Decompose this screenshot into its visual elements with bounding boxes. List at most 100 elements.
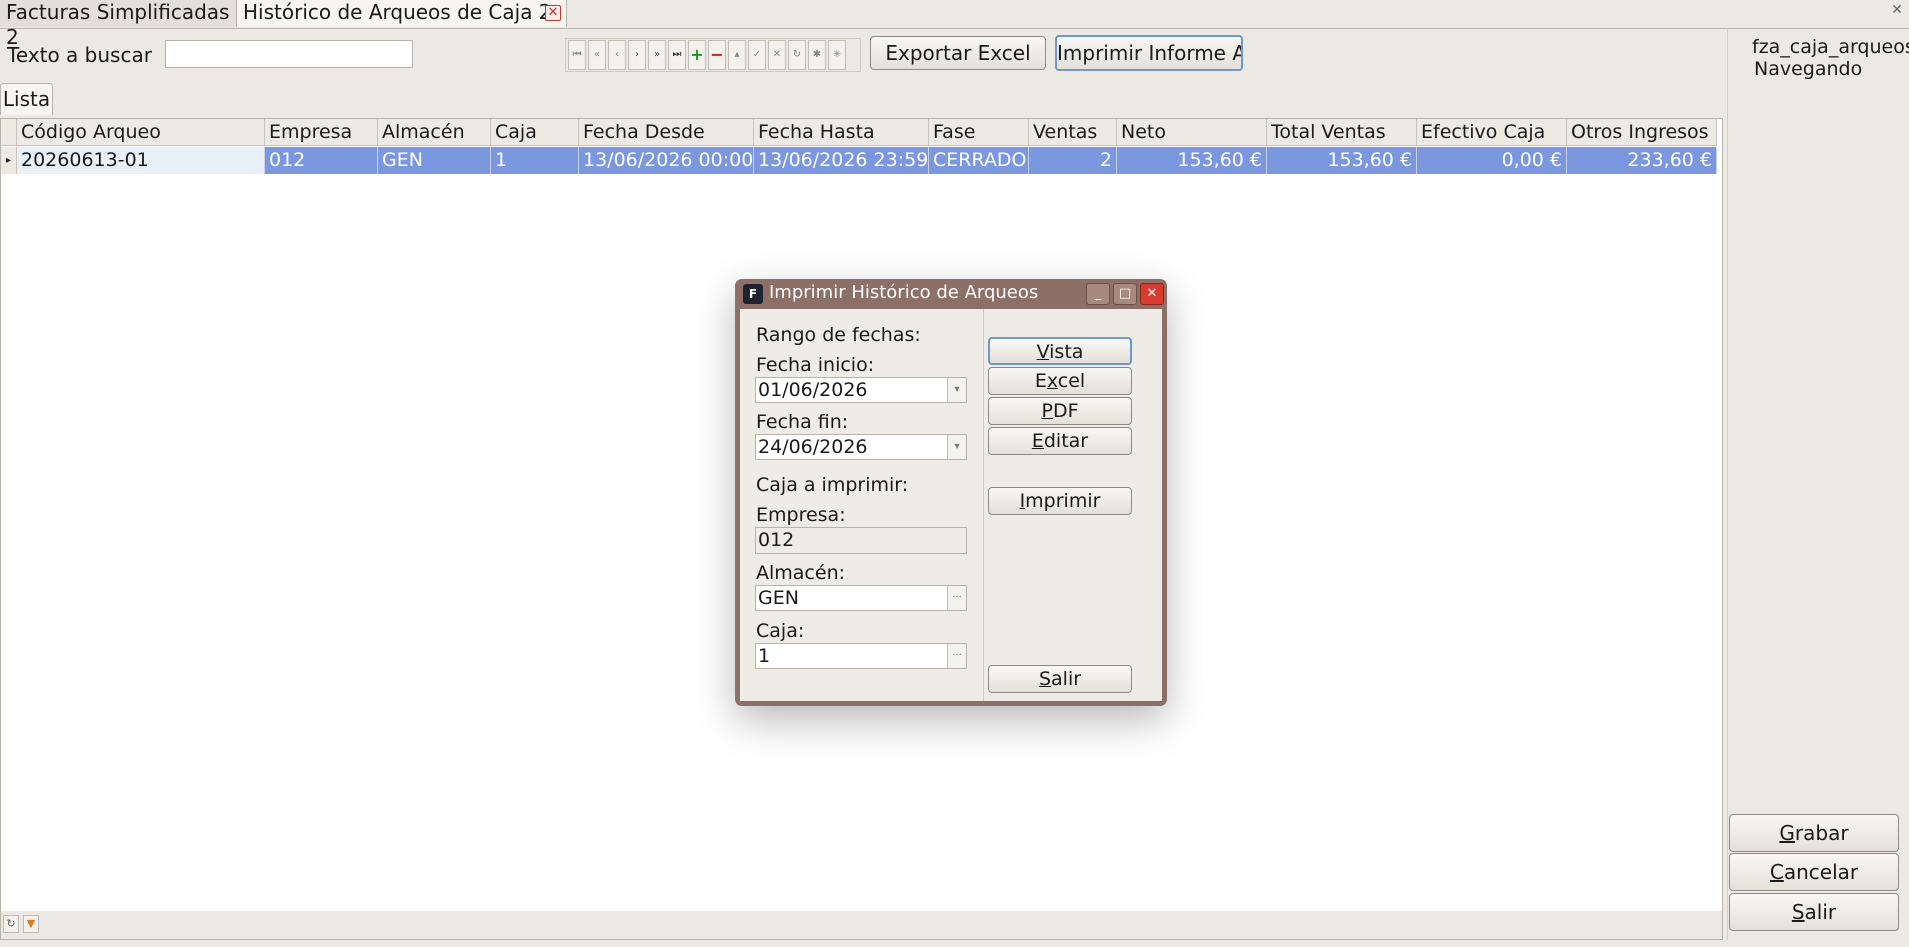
company-field[interactable]: 012 xyxy=(755,527,967,554)
column-header[interactable]: Neto xyxy=(1117,119,1267,146)
next-page-icon[interactable]: » xyxy=(648,40,666,70)
table-cell[interactable]: 153,60 € xyxy=(1117,147,1267,174)
filter-icon[interactable]: ▼ xyxy=(23,915,39,933)
column-header[interactable]: Código Arqueo xyxy=(17,119,265,146)
cancel-updates-icon[interactable]: ✳ xyxy=(828,40,846,70)
delete-icon[interactable]: − xyxy=(708,40,726,70)
table-cell[interactable]: 012 xyxy=(265,147,378,174)
shortcut-key: S xyxy=(1038,668,1052,690)
column-header[interactable]: Empresa xyxy=(265,119,378,146)
preview-button[interactable]: Vista Preliminar xyxy=(988,337,1132,389)
state-label: Navegando xyxy=(1754,58,1863,80)
column-header[interactable]: Fecha Hasta xyxy=(754,119,929,146)
print-report-a4-button[interactable]: Imprimir Informe A4 xyxy=(1055,35,1243,71)
ellipsis-icon[interactable]: ··· xyxy=(947,586,966,610)
shortcut-key: P xyxy=(1041,400,1053,422)
shortcut-key: x xyxy=(1046,370,1058,392)
button-label: ditar xyxy=(1043,430,1089,452)
row-indicator-header xyxy=(1,119,17,146)
cancel-button[interactable]: Cancelar xyxy=(1729,853,1899,891)
pdf-button[interactable]: PDF xyxy=(988,397,1132,425)
button-label: ancelar xyxy=(1783,860,1859,884)
prev-page-icon[interactable]: « xyxy=(588,40,606,70)
close-tab-icon[interactable]: ✕ xyxy=(545,5,561,21)
column-header[interactable]: Fase xyxy=(929,119,1029,146)
column-header[interactable]: Almacén xyxy=(378,119,491,146)
search-label: Texto a buscar xyxy=(7,43,152,67)
close-icon[interactable]: ✕ xyxy=(1140,283,1164,305)
warehouse-value: GEN xyxy=(758,587,799,609)
warehouse-field[interactable]: GEN ··· xyxy=(755,585,967,611)
refresh-icon[interactable]: ↻ xyxy=(788,40,806,70)
table-cell[interactable]: 153,60 € xyxy=(1267,147,1417,174)
table-cell[interactable]: 0,00 € xyxy=(1417,147,1567,174)
shortcut-key: V xyxy=(1036,341,1050,363)
button-label: alir xyxy=(1804,900,1837,924)
grid-footer: ↻ ▼ xyxy=(1,911,1722,939)
tab-lista[interactable]: Lista xyxy=(0,83,53,115)
table-cell[interactable]: 1 xyxy=(491,147,579,174)
minimize-icon[interactable]: _ xyxy=(1086,283,1110,305)
table-cell[interactable]: 13/06/2026 23:59 xyxy=(754,147,929,174)
column-header[interactable]: Efectivo Caja xyxy=(1417,119,1567,146)
button-label: cel xyxy=(1057,370,1086,392)
table-cell[interactable]: 233,60 € xyxy=(1567,147,1717,174)
shortcut-key: E xyxy=(1031,430,1044,452)
box-value: 1 xyxy=(758,645,771,667)
chevron-down-icon[interactable]: ▾ xyxy=(947,378,966,402)
excel-button[interactable]: Excel xyxy=(988,367,1132,395)
tab-bar: Facturas Simplificadas 2 Histórico de Ar… xyxy=(0,0,1909,49)
company-label: Empresa: xyxy=(756,504,846,526)
maximize-icon[interactable]: □ xyxy=(1113,283,1137,305)
button-label: alir xyxy=(1051,668,1082,690)
column-header[interactable]: Otros Ingresos xyxy=(1567,119,1717,146)
exit-button[interactable]: Salir xyxy=(1729,893,1899,931)
shortcut-key: C xyxy=(1769,860,1784,884)
button-label: DF xyxy=(1052,400,1079,422)
tab-facturas-simplificadas[interactable]: Facturas Simplificadas 2 xyxy=(0,0,237,49)
search-input[interactable] xyxy=(165,40,413,68)
box-to-print-label: Caja a imprimir: xyxy=(756,474,909,496)
last-record-icon[interactable]: ⏭ xyxy=(668,40,686,70)
end-date-field[interactable]: 24/06/2026 ▾ xyxy=(755,434,967,460)
print-button[interactable]: Imprimir xyxy=(988,487,1132,515)
dialog-title: Imprimir Histórico de Arqueos xyxy=(769,282,1039,303)
post-icon[interactable]: ✓ xyxy=(748,40,766,70)
table-name-label: fza_caja_arqueos xyxy=(1752,36,1909,58)
cancel-edit-icon[interactable]: ✕ xyxy=(768,40,786,70)
edit-button[interactable]: Editar xyxy=(988,427,1132,455)
date-range-label: Rango de fechas: xyxy=(756,324,921,346)
refresh-icon[interactable]: ↻ xyxy=(3,915,19,933)
close-window-icon[interactable]: ✕ xyxy=(1888,2,1906,20)
column-header[interactable]: Total Ventas xyxy=(1267,119,1417,146)
table-cell[interactable]: 2 xyxy=(1029,147,1117,174)
current-row-indicator-icon: ▸ xyxy=(1,147,17,174)
box-field[interactable]: 1 ··· xyxy=(755,643,967,669)
dialog-divider xyxy=(983,309,984,701)
column-header[interactable]: Ventas xyxy=(1029,119,1117,146)
insert-icon[interactable]: + xyxy=(688,40,706,70)
table-cell[interactable]: CERRADO xyxy=(929,147,1029,174)
ellipsis-icon[interactable]: ··· xyxy=(947,644,966,668)
table-cell[interactable]: 13/06/2026 00:00 xyxy=(579,147,754,174)
tab-historico-arqueos[interactable]: Histórico de Arqueos de Caja 2 ✕ xyxy=(237,0,567,27)
column-header[interactable]: Caja xyxy=(491,119,579,146)
start-date-field[interactable]: 01/06/2026 ▾ xyxy=(755,377,967,403)
apply-updates-icon[interactable]: ✱ xyxy=(808,40,826,70)
navigator-toolbar: ⏮ « ‹ › » ⏭ + − ▴ ✓ ✕ ↻ ✱ ✳ xyxy=(565,38,861,72)
chevron-down-icon[interactable]: ▾ xyxy=(947,435,966,459)
warehouse-label: Almacén: xyxy=(756,562,846,584)
next-record-icon[interactable]: › xyxy=(628,40,646,70)
prev-record-icon[interactable]: ‹ xyxy=(608,40,626,70)
dialog-body: Rango de fechas: Fecha inicio: 01/06/202… xyxy=(740,309,1162,701)
table-cell[interactable]: 20260613-01 xyxy=(17,147,265,174)
edit-icon[interactable]: ▴ xyxy=(728,40,746,70)
column-header[interactable]: Fecha Desde xyxy=(579,119,754,146)
shortcut-key: S xyxy=(1791,900,1805,924)
panel-divider xyxy=(1727,28,1728,940)
export-excel-button[interactable]: Exportar Excel xyxy=(870,36,1046,70)
dialog-exit-button[interactable]: Salir xyxy=(988,665,1132,693)
save-button[interactable]: Grabar xyxy=(1729,814,1899,852)
first-record-icon[interactable]: ⏮ xyxy=(568,40,586,70)
table-cell[interactable]: GEN xyxy=(378,147,491,174)
